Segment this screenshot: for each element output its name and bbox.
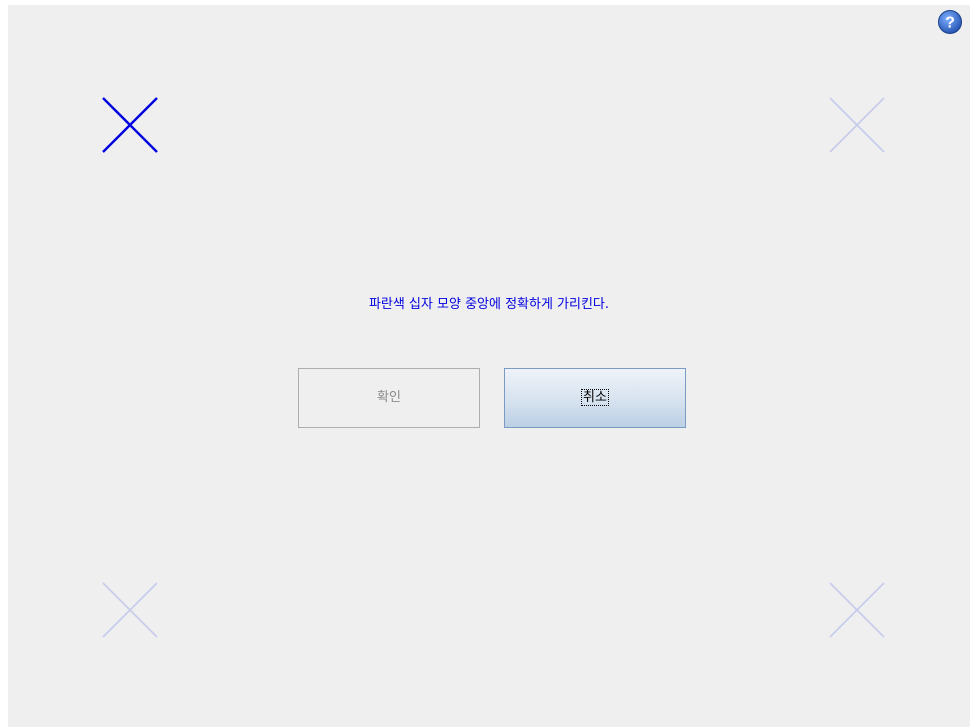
cross-icon (829, 97, 885, 153)
cross-icon (829, 582, 885, 638)
target-cross-top-right (829, 97, 885, 153)
ok-button-label: 확인 (377, 390, 401, 405)
instruction-text: 파란색 십자 모양 중앙에 정확하게 가리킨다. (368, 297, 610, 312)
ok-button[interactable]: 확인 (298, 368, 480, 428)
cancel-button[interactable]: 취소 (504, 368, 686, 428)
target-cross-top-left[interactable] (102, 97, 158, 153)
help-icon: ? (938, 10, 962, 34)
help-glyph: ? (945, 15, 955, 32)
target-cross-bottom-right (829, 582, 885, 638)
cross-icon (102, 97, 158, 153)
help-button[interactable]: ? (937, 9, 963, 35)
cross-icon (102, 582, 158, 638)
target-cross-bottom-left (102, 582, 158, 638)
cancel-button-label: 취소 (581, 389, 609, 406)
